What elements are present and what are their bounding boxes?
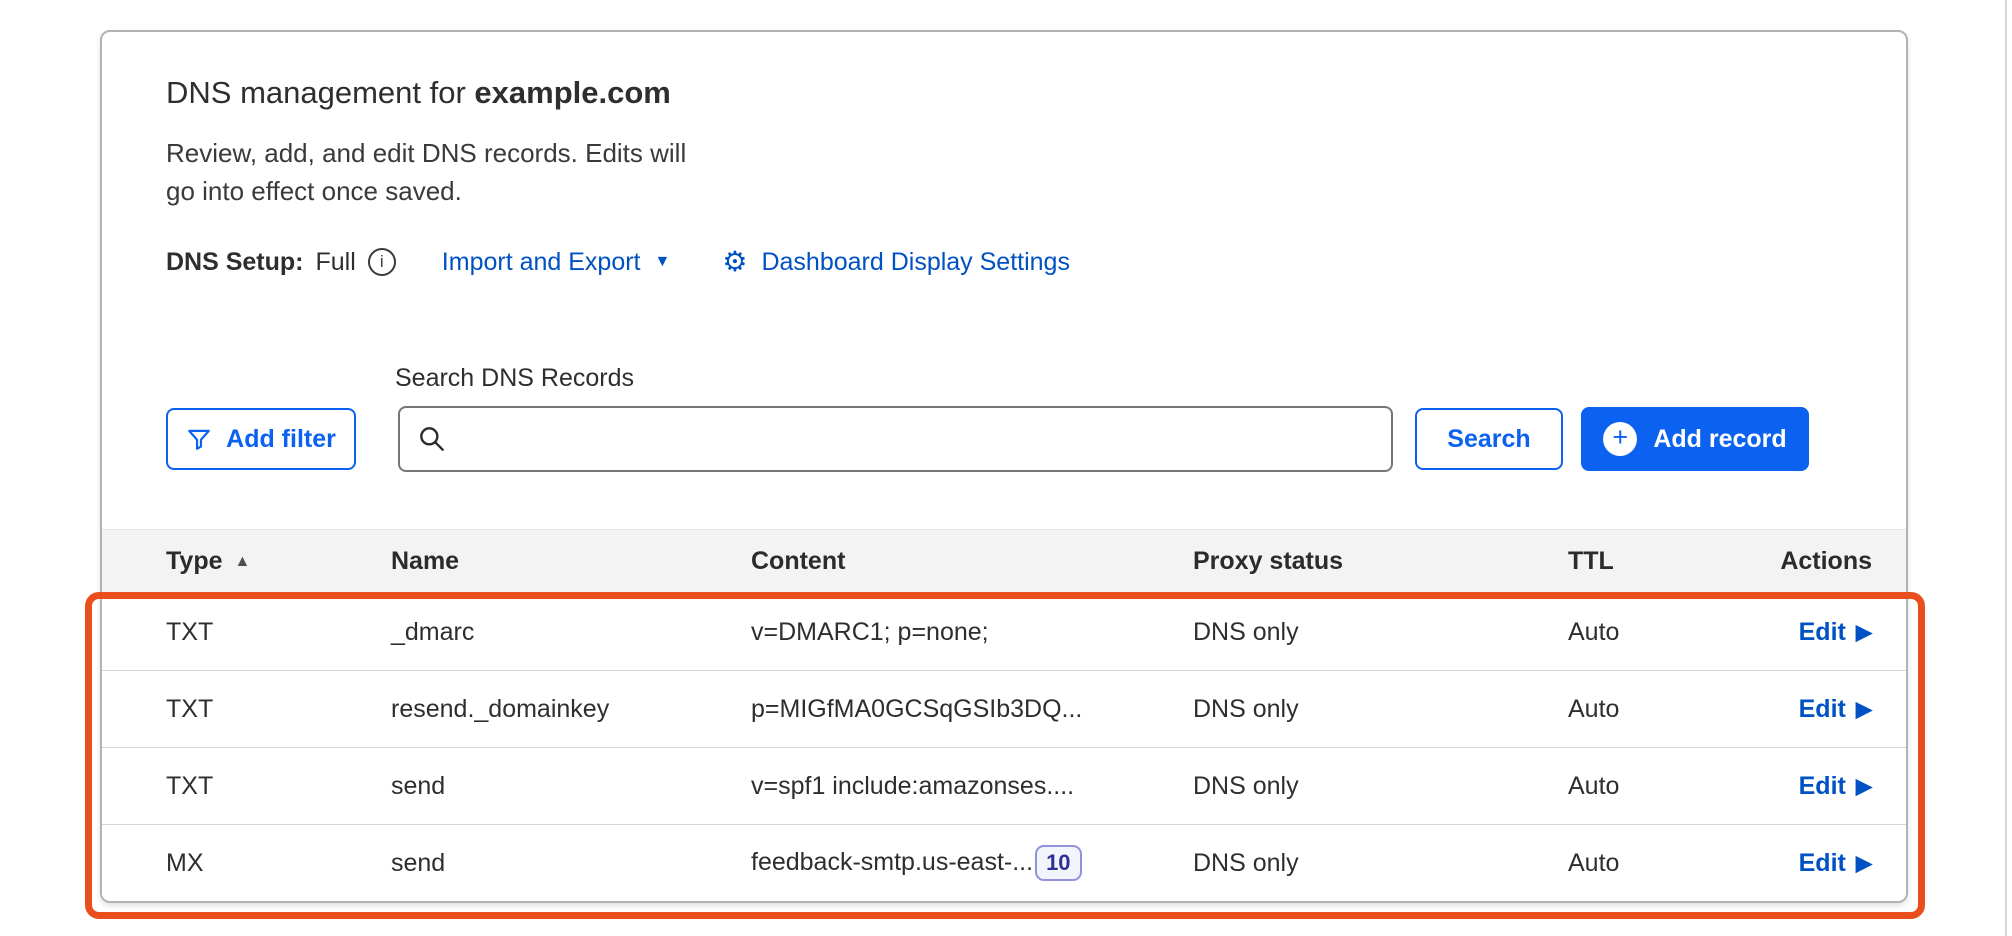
search-input[interactable]	[398, 406, 1393, 472]
search-dns-records-label: Search DNS Records	[395, 364, 1842, 394]
dns-management-card: DNS management for example.com Review, a…	[100, 30, 1908, 903]
subtitle-line-2: go into effect once saved.	[166, 176, 462, 206]
dns-setup-value: Full	[316, 248, 356, 277]
cell-type: TXT	[166, 618, 391, 647]
cell-content: p=MIGfMA0GCSqGSIb3DQ...	[751, 695, 1193, 724]
add-record-button[interactable]: + Add record	[1581, 407, 1809, 471]
table-header-row: Type ▲ Name Content Proxy status TTL Act…	[102, 529, 1906, 593]
cell-type: TXT	[166, 695, 391, 724]
page-right-edge	[2005, 0, 2007, 936]
dns-setup-row: DNS Setup: Full i Import and Export ▼ ⚙ Da…	[166, 244, 1842, 280]
filter-icon	[186, 426, 212, 452]
edit-label: Edit	[1799, 618, 1846, 647]
search-field-wrapper	[398, 406, 1393, 472]
gear-icon: ⚙	[722, 248, 747, 276]
column-header-ttl[interactable]: TTL	[1568, 547, 1760, 576]
content-text: p=MIGfMA0GCSqGSIb3DQ...	[751, 695, 1082, 724]
cell-proxy-status: DNS only	[1193, 772, 1568, 801]
column-header-content[interactable]: Content	[751, 547, 1193, 576]
edit-record-link[interactable]: Edit ▶	[1799, 772, 1872, 801]
toolbar: Add filter Search + Add record	[166, 406, 1842, 472]
add-record-label: Add record	[1653, 425, 1786, 454]
cell-ttl: Auto	[1568, 695, 1760, 724]
search-button[interactable]: Search	[1415, 408, 1563, 470]
content-text: v=DMARC1; p=none;	[751, 618, 989, 647]
add-filter-label: Add filter	[226, 425, 336, 454]
cell-proxy-status: DNS only	[1193, 849, 1568, 878]
table-row: TXT resend._domainkey p=MIGfMA0GCSqGSIb3…	[102, 670, 1906, 747]
content-text: v=spf1 include:amazonses....	[751, 772, 1074, 801]
arrow-right-icon: ▶	[1856, 620, 1872, 645]
table-row: TXT _dmarc v=DMARC1; p=none; DNS only Au…	[102, 593, 1906, 670]
edit-label: Edit	[1799, 695, 1846, 724]
dashboard-display-settings-label: Dashboard Display Settings	[761, 248, 1070, 277]
cell-type: MX	[166, 849, 391, 878]
cell-name: _dmarc	[391, 618, 751, 647]
content-text: feedback-smtp.us-east-...	[751, 848, 1033, 877]
dns-setup-label: DNS Setup:	[166, 248, 304, 277]
page-subtitle: Review, add, and edit DNS records. Edits…	[166, 134, 1842, 210]
cell-ttl: Auto	[1568, 772, 1760, 801]
arrow-right-icon: ▶	[1856, 697, 1872, 722]
type-header-label: Type	[166, 547, 223, 576]
column-header-type[interactable]: Type ▲	[166, 547, 391, 576]
page-title-domain: example.com	[474, 75, 670, 110]
search-section: Search DNS Records Add filter Search + A…	[102, 364, 1906, 472]
cell-name: resend._domainkey	[391, 695, 751, 724]
arrow-right-icon: ▶	[1856, 851, 1872, 876]
sort-ascending-icon: ▲	[235, 553, 251, 571]
edit-record-link[interactable]: Edit ▶	[1799, 849, 1872, 878]
cell-name: send	[391, 772, 751, 801]
column-header-actions: Actions	[1760, 547, 1872, 576]
cell-proxy-status: DNS only	[1193, 695, 1568, 724]
add-filter-button[interactable]: Add filter	[166, 408, 356, 470]
chevron-down-icon: ▼	[655, 253, 671, 271]
dashboard-display-settings-link[interactable]: ⚙ Dashboard Display Settings	[722, 248, 1070, 277]
info-icon[interactable]: i	[368, 248, 396, 276]
import-export-link[interactable]: Import and Export ▼	[442, 248, 671, 277]
edit-record-link[interactable]: Edit ▶	[1799, 695, 1872, 724]
cell-content: v=DMARC1; p=none;	[751, 618, 1193, 647]
page-title-prefix: DNS management for	[166, 75, 474, 110]
search-button-label: Search	[1447, 425, 1530, 454]
cell-name: send	[391, 849, 751, 878]
cell-type: TXT	[166, 772, 391, 801]
edit-label: Edit	[1799, 772, 1846, 801]
dns-records-table: Type ▲ Name Content Proxy status TTL Act…	[102, 529, 1906, 901]
edit-label: Edit	[1799, 849, 1846, 878]
table-row: TXT send v=spf1 include:amazonses.... DN…	[102, 747, 1906, 824]
page-title: DNS management for example.com	[166, 74, 1842, 112]
cell-ttl: Auto	[1568, 618, 1760, 647]
subtitle-line-1: Review, add, and edit DNS records. Edits…	[166, 138, 686, 168]
cell-proxy-status: DNS only	[1193, 618, 1568, 647]
column-header-name[interactable]: Name	[391, 547, 751, 576]
cell-content: feedback-smtp.us-east-...10	[751, 845, 1193, 881]
cell-content: v=spf1 include:amazonses....	[751, 772, 1193, 801]
arrow-right-icon: ▶	[1856, 774, 1872, 799]
import-export-label: Import and Export	[442, 248, 641, 277]
cell-ttl: Auto	[1568, 849, 1760, 878]
table-row: MX send feedback-smtp.us-east-...10 DNS …	[102, 824, 1906, 901]
mx-priority-badge: 10	[1035, 845, 1081, 881]
plus-icon: +	[1603, 422, 1637, 456]
edit-record-link[interactable]: Edit ▶	[1799, 618, 1872, 647]
column-header-proxy-status[interactable]: Proxy status	[1193, 547, 1568, 576]
